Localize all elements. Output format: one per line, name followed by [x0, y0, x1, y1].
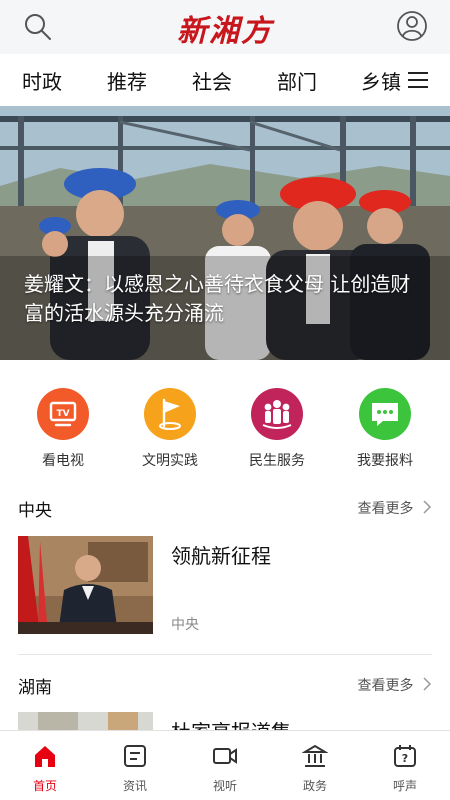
- section-header-hunan: 湖南 查看更多: [18, 673, 432, 699]
- app-logo: 新湘方: [177, 14, 273, 49]
- nav-feedback[interactable]: ? 呼声: [375, 743, 435, 794]
- news-thumbnail: [18, 712, 153, 730]
- feedback-icon: ?: [394, 745, 416, 767]
- tab-shizheng[interactable]: 时政: [22, 66, 62, 95]
- government-icon: [301, 744, 329, 767]
- news-icon: [124, 745, 146, 767]
- top-bar: 新湘方: [0, 0, 450, 54]
- view-more-link[interactable]: 查看更多: [358, 675, 432, 695]
- news-thumbnail: [18, 536, 153, 634]
- section-header-central: 中央 查看更多: [18, 496, 432, 522]
- view-more-link[interactable]: 查看更多: [358, 498, 432, 518]
- quick-link-label: 我要报料: [357, 453, 413, 469]
- view-more-label: 查看更多: [357, 501, 414, 517]
- nav-label: 呼声: [392, 779, 417, 793]
- chevron-right-icon: [423, 500, 432, 514]
- quick-links: TV 看电视 文明实践 民生服务 我要报料: [0, 380, 450, 470]
- divider: [18, 654, 432, 655]
- quick-link-tv[interactable]: TV 看电视: [18, 388, 108, 470]
- quick-link-label: 看电视: [42, 453, 84, 469]
- quick-link-civilization[interactable]: 文明实践: [125, 388, 215, 470]
- banner-caption[interactable]: 姜耀文：以感恩之心善待衣食父母 让创造财富的活水源头充分涌流: [24, 270, 426, 328]
- news-item[interactable]: 领航新征程 中央: [18, 536, 432, 636]
- nav-video[interactable]: 视听: [195, 743, 255, 794]
- video-icon: [213, 748, 237, 764]
- menu-icon[interactable]: [408, 71, 428, 89]
- svg-text:?: ?: [402, 752, 408, 765]
- chat-icon: [359, 388, 411, 440]
- people-icon: [251, 388, 303, 440]
- quick-link-report[interactable]: 我要报料: [340, 388, 430, 470]
- nav-label: 首页: [32, 779, 57, 793]
- quick-link-livelihood[interactable]: 民生服务: [232, 388, 322, 470]
- user-icon[interactable]: [396, 10, 428, 42]
- tab-xiangzhen[interactable]: 乡镇: [361, 66, 401, 95]
- tab-tuijian[interactable]: 推荐: [107, 66, 147, 95]
- nav-news[interactable]: 资讯: [105, 743, 165, 794]
- nav-government[interactable]: 政务: [285, 743, 345, 794]
- news-source: 中央: [171, 617, 199, 633]
- nav-label: 视听: [212, 779, 237, 793]
- chevron-right-icon: [423, 677, 432, 691]
- bottom-navigation: 首页 资讯 视听 政务 ? 呼声: [0, 730, 450, 800]
- quick-link-label: 文明实践: [142, 453, 198, 469]
- nav-label: 政务: [302, 779, 327, 793]
- headline-banner[interactable]: 姜耀文：以感恩之心善待衣食父母 让创造财富的活水源头充分涌流: [0, 106, 450, 360]
- view-more-label: 查看更多: [357, 678, 414, 694]
- tab-shehui[interactable]: 社会: [192, 66, 232, 95]
- news-title: 领航新征程: [171, 544, 271, 568]
- nav-home[interactable]: 首页: [15, 743, 75, 794]
- tab-bumen[interactable]: 部门: [277, 66, 317, 95]
- nav-label: 资讯: [122, 779, 147, 793]
- section-title: 中央: [18, 501, 52, 521]
- tv-icon: TV: [37, 388, 89, 440]
- home-icon: [35, 746, 55, 767]
- svg-text:TV: TV: [56, 409, 69, 419]
- flag-icon: [144, 388, 196, 440]
- category-tabs: 时政 推荐 社会 部门 乡镇: [0, 54, 450, 106]
- quick-link-label: 民生服务: [249, 453, 305, 469]
- section-title: 湖南: [18, 678, 52, 698]
